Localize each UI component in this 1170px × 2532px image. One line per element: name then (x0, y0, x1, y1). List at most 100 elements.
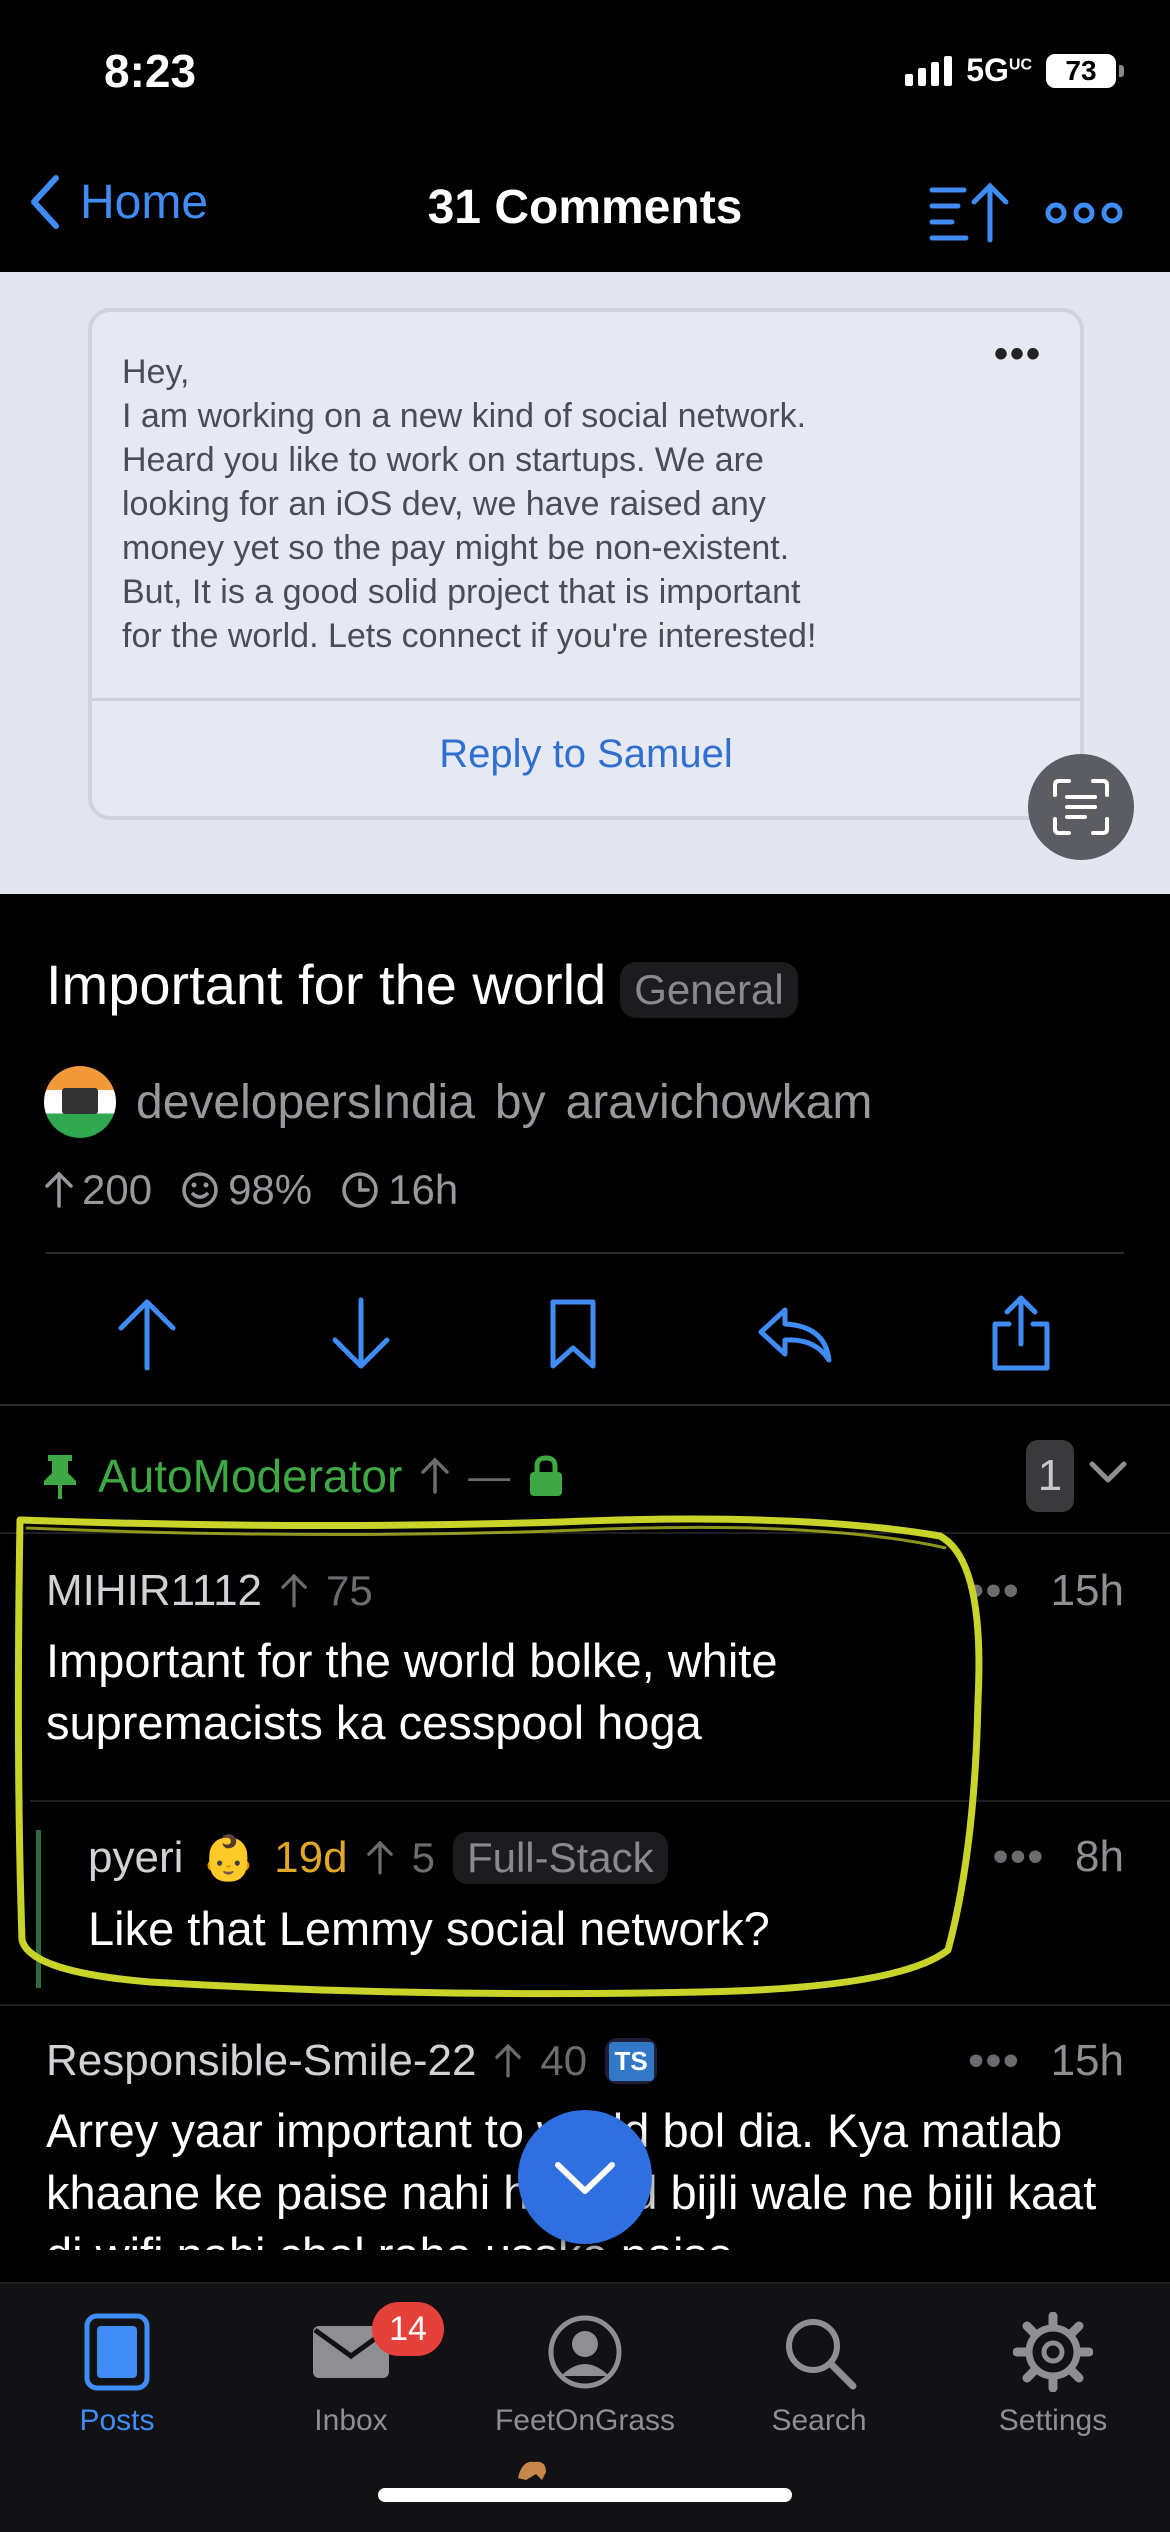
post-title: Important for the world (46, 952, 607, 1016)
app-mascot-icon (518, 2461, 546, 2480)
status-indicators: 5GUC 73 (905, 52, 1124, 89)
divider (30, 1800, 1170, 1802)
comment-age: 8h (1075, 1832, 1124, 1881)
upvote-small-icon (495, 2043, 522, 2078)
divider (0, 1404, 1170, 1406)
sort-icon[interactable] (926, 178, 1016, 248)
tab-label: Settings (998, 2404, 1108, 2437)
comment-header: pyeri 👶 19d 5 Full-Stack (88, 1832, 1124, 1884)
collapsed-count: 1 (1026, 1440, 1074, 1512)
post-title-row: Important for the world General (46, 950, 798, 1018)
signal-icon (905, 55, 953, 86)
automoderator-score: — (468, 1452, 511, 1499)
tab-label: Search (771, 2404, 867, 2437)
user-flair: Full-Stack (452, 1832, 668, 1884)
comment-more-icon[interactable]: ••• (993, 1832, 1045, 1882)
comment-author[interactable]: MIHIR1112 (46, 1566, 262, 1616)
comment-author[interactable]: Responsible-Smile-22 (46, 2036, 476, 2086)
tab-search[interactable]: Search (702, 2306, 936, 2438)
automoderator-name[interactable]: AutoModerator (98, 1449, 402, 1503)
tab-profile[interactable]: FeetOnGrass (468, 2306, 702, 2438)
comment-reply[interactable]: pyeri 👶 19d 5 Full-Stack ••• 8h Like tha… (88, 1832, 1124, 1960)
upvote-ratio: 98% (228, 1166, 313, 1213)
comment-body: Like that Lemmy social network? (88, 1902, 770, 1955)
upvote-icon[interactable] (117, 1296, 177, 1372)
tab-label: Posts (79, 2404, 155, 2437)
thread-indent-line (36, 1830, 41, 1988)
scroll-down-button[interactable] (518, 2110, 652, 2244)
comment-header: Responsible-Smile-22 40 TS (46, 2036, 1124, 2086)
smiley-icon (182, 1172, 218, 1208)
pin-icon (44, 1455, 76, 1499)
comment-score: 75 (326, 1567, 373, 1614)
comment-age: 15h (1050, 1566, 1124, 1615)
home-indicator (378, 2488, 792, 2502)
clock-icon (342, 1172, 378, 1208)
upvote-small-icon (45, 1171, 73, 1208)
post-meta: 200 98% 16h (44, 1166, 458, 1214)
search-icon (786, 2319, 857, 2390)
comment-score: 5 (411, 1834, 435, 1881)
nav-bar: Home 31 Comments (0, 150, 1170, 270)
status-bar: 8:23 5GUC 73 (0, 0, 1170, 140)
post-action-bar (0, 1286, 1170, 1382)
tab-settings[interactable]: Settings (936, 2306, 1170, 2438)
post-age: 16h (388, 1166, 459, 1213)
share-icon[interactable] (989, 1294, 1053, 1374)
automoderator-comment[interactable]: AutoModerator — 1 (40, 1436, 1130, 1516)
post-score: 200 (82, 1166, 153, 1213)
profile-icon (548, 2315, 622, 2389)
comment-score: 40 (540, 2037, 588, 2084)
lock-icon (530, 1455, 563, 1496)
inbox-badge: 14 (372, 2302, 444, 2356)
reply-icon[interactable] (755, 1302, 835, 1366)
comment[interactable]: MIHIR1112 75 ••• 15h Important for the w… (46, 1566, 1124, 1754)
network-label: 5GUC (966, 52, 1032, 88)
battery-icon: 73 (1046, 53, 1124, 88)
account-age: 19d (274, 1833, 348, 1882)
typescript-flair-icon: TS (605, 2038, 658, 2084)
reply-to-sender-label: Reply to Samuel (439, 732, 733, 776)
comment-body: Important for the world bolke, white sup… (46, 1634, 778, 1749)
chevron-down-icon (555, 2162, 615, 2194)
upvote-small-icon (366, 1840, 393, 1875)
nav-actions (926, 178, 1124, 248)
comment-more-icon[interactable]: ••• (968, 1566, 1020, 1616)
tab-label: FeetOnGrass (494, 2404, 676, 2437)
post-author[interactable]: aravichowkam (566, 1075, 873, 1130)
tab-label: Inbox (314, 2404, 388, 2437)
community-avatar[interactable] (44, 1066, 116, 1138)
post-flair: General (620, 962, 798, 1018)
divider (0, 2004, 1170, 2006)
more-icon[interactable] (1044, 198, 1124, 228)
divider (0, 1532, 1170, 1534)
message-more-icon: ••• (993, 332, 1042, 376)
downvote-icon[interactable] (331, 1296, 391, 1372)
divider (46, 1252, 1124, 1254)
upvote-small-icon (421, 1457, 450, 1494)
gear-icon (1013, 2312, 1093, 2392)
comment-meta: ••• 8h (993, 1832, 1124, 1882)
live-text-button[interactable] (1028, 754, 1134, 860)
comment-meta: ••• 15h (968, 2036, 1124, 2086)
message-card: Hey, I am working on a new kind of socia… (88, 308, 1084, 820)
comment-meta: ••• 15h (968, 1566, 1124, 1616)
comment-more-icon[interactable]: ••• (968, 2036, 1020, 2086)
comment-header: MIHIR1112 75 (46, 1566, 1124, 1616)
post-source: developersIndia by aravichowkam (44, 1066, 872, 1138)
baby-emoji-icon: 👶 (201, 1834, 257, 1883)
chevron-down-icon[interactable] (1086, 1450, 1130, 1494)
by-label: by (494, 1075, 546, 1129)
status-time: 8:23 (104, 45, 197, 97)
tab-posts[interactable]: Posts (0, 2306, 234, 2438)
tab-inbox[interactable]: 14 Inbox (234, 2302, 468, 2438)
upvote-small-icon (281, 1573, 307, 1608)
comment-age: 15h (1050, 2036, 1124, 2085)
community-name[interactable]: developersIndia (136, 1075, 475, 1130)
message-text: Hey, I am working on a new kind of socia… (122, 353, 817, 655)
bookmark-icon[interactable] (545, 1296, 601, 1372)
posts-icon (84, 2313, 150, 2391)
post-image[interactable]: Hey, I am working on a new kind of socia… (0, 272, 1170, 894)
message-divider (92, 698, 1080, 701)
comment-author[interactable]: pyeri (88, 1833, 183, 1883)
